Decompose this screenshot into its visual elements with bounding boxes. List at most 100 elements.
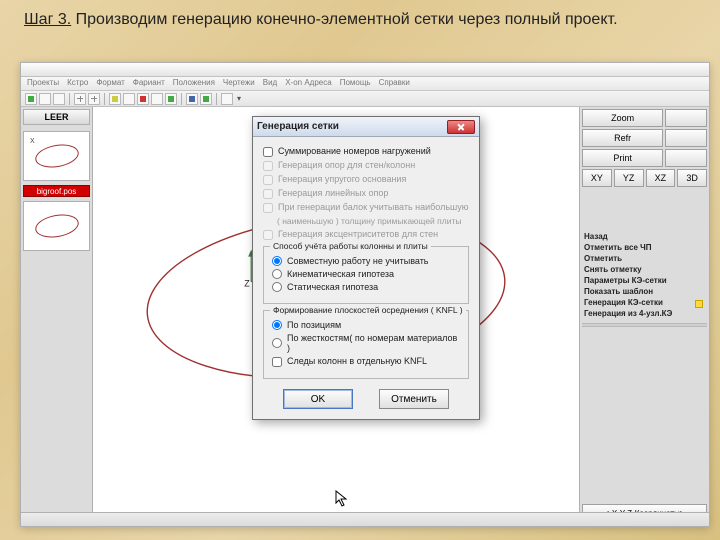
- model-thumbnail[interactable]: X: [23, 131, 90, 181]
- view-3d-button[interactable]: 3D: [677, 169, 707, 187]
- radio-static[interactable]: Статическая гипотеза: [272, 282, 460, 292]
- cmd-generate-mesh[interactable]: Генерация КЭ-сетки: [582, 297, 707, 308]
- radio[interactable]: [272, 282, 282, 292]
- chk-elastic-base: Генерация упругого основания: [263, 174, 469, 185]
- chk-column-traces[interactable]: Следы колонн в отдельную KNFL: [272, 356, 460, 367]
- cmd-unmark[interactable]: Снять отметку: [582, 264, 707, 275]
- menu-item[interactable]: Фариант: [133, 78, 165, 90]
- chk-beam-thickness: При генерации балок учитывать наибольшую: [263, 202, 469, 213]
- step-text: Производим генерацию конечно-элементной …: [76, 11, 618, 28]
- view-xy-button[interactable]: XY: [582, 169, 612, 187]
- group-title: Формирование плоскостей осреднения ( KNF…: [270, 305, 466, 315]
- dialog-titlebar[interactable]: Генерация сетки: [253, 117, 479, 137]
- toolbar-icon[interactable]: [221, 93, 233, 105]
- toolbar-icon[interactable]: [165, 93, 177, 105]
- ring-icon: [33, 211, 80, 240]
- menu-item[interactable]: Кстро: [67, 78, 88, 90]
- radio[interactable]: [272, 338, 282, 348]
- dialog-buttons: OK Отменить: [263, 389, 469, 409]
- checkbox: [263, 189, 273, 199]
- toolbar-icon[interactable]: [53, 93, 65, 105]
- dialog-title: Генерация сетки: [257, 121, 339, 132]
- group-title: Способ учёта работы колонны и плиты: [270, 241, 431, 251]
- ring-icon: [33, 141, 80, 170]
- checkbox: [263, 203, 273, 213]
- cmd-back[interactable]: Назад: [582, 231, 707, 242]
- cmd-show-template[interactable]: Показать шаблон: [582, 286, 707, 297]
- chk-beam-thickness-sub: ( наименьшую ) толщину примыкающей плиты: [263, 216, 469, 226]
- right-panel: Zoom Refr Print XY YZ XZ 3D Назад Отмети…: [579, 107, 709, 526]
- chk-line-supports: Генерация линейных опор: [263, 188, 469, 199]
- menubar[interactable]: Проекты Кстро Формат Фариант Положения Ч…: [21, 77, 709, 91]
- left-panel: LEER X bigroof.pos bigroof.pos: [21, 107, 93, 526]
- toolbar: ▾: [21, 91, 709, 107]
- checkbox[interactable]: [272, 357, 282, 367]
- radio[interactable]: [272, 269, 282, 279]
- cmd-mark[interactable]: Отметить: [582, 253, 707, 264]
- dialog-body: Суммирование номеров нагружений Генераци…: [253, 137, 479, 419]
- checkbox: [263, 161, 273, 171]
- cancel-button[interactable]: Отменить: [379, 389, 449, 409]
- mesh-generation-dialog: Генерация сетки Суммирование номеров наг…: [252, 116, 480, 420]
- chk-supports: Генерация опор для стен/колонн: [263, 160, 469, 171]
- ok-button[interactable]: OK: [283, 389, 353, 409]
- menu-item[interactable]: X-on Адреса: [285, 78, 331, 90]
- menu-item[interactable]: Проекты: [27, 78, 59, 90]
- status-bar: [21, 512, 709, 526]
- command-list: Назад Отметить все ЧП Отметить Снять отм…: [582, 229, 707, 321]
- leer-button[interactable]: LEER: [23, 109, 90, 125]
- radio-kinematic[interactable]: Кинематическая гипотеза: [272, 269, 460, 279]
- radio-no-joint[interactable]: Совместную работу не учитывать: [272, 256, 460, 266]
- close-icon[interactable]: [447, 120, 475, 134]
- checkbox: [263, 175, 273, 185]
- window-titlebar[interactable]: [21, 63, 709, 77]
- menu-item[interactable]: Помощь: [340, 78, 371, 90]
- toolbar-separator: [181, 93, 182, 105]
- cmd-mark-all[interactable]: Отметить все ЧП: [582, 242, 707, 253]
- radio[interactable]: [272, 256, 282, 266]
- refresh-button[interactable]: Refr: [582, 129, 663, 147]
- checkbox[interactable]: [263, 147, 273, 157]
- group-column-slab: Способ учёта работы колонны и плиты Совм…: [263, 246, 469, 304]
- radio-by-stiffness[interactable]: По жесткостям( по номерам материалов ): [272, 333, 460, 353]
- toolbar-icon[interactable]: [151, 93, 163, 105]
- grid-icon[interactable]: [74, 93, 86, 105]
- toolbar-icon[interactable]: [39, 93, 51, 105]
- model-thumbnail[interactable]: [23, 201, 90, 251]
- menu-item[interactable]: Чертежи: [223, 78, 255, 90]
- menu-item[interactable]: Справки: [379, 78, 410, 90]
- cmd-generate-4node[interactable]: Генерация из 4-узл.КЭ: [582, 308, 707, 319]
- instruction-heading: Шаг 3. Производим генерацию конечно-элем…: [0, 0, 720, 35]
- refresh-aux-button[interactable]: [665, 129, 707, 147]
- view-yz-button[interactable]: YZ: [614, 169, 644, 187]
- toolbar-icon[interactable]: [137, 93, 149, 105]
- svg-text:Z: Z: [244, 279, 250, 289]
- toolbar-icon[interactable]: [200, 93, 212, 105]
- file-label[interactable]: bigroof.pos: [23, 185, 90, 197]
- toolbar-icon[interactable]: [109, 93, 121, 105]
- panel-separator: [582, 323, 707, 327]
- toolbar-separator: [69, 93, 70, 105]
- toolbar-separator: [104, 93, 105, 105]
- zoom-aux-button[interactable]: [665, 109, 707, 127]
- menu-item[interactable]: Формат: [96, 78, 124, 90]
- print-button[interactable]: Print: [582, 149, 663, 167]
- dropdown-icon[interactable]: ▾: [235, 94, 243, 103]
- print-aux-button[interactable]: [665, 149, 707, 167]
- chk-sum-loads[interactable]: Суммирование номеров нагружений: [263, 146, 469, 157]
- mouse-cursor-icon: [335, 490, 349, 508]
- zoom-button[interactable]: Zoom: [582, 109, 663, 127]
- radio[interactable]: [272, 320, 282, 330]
- menu-item[interactable]: Вид: [263, 78, 277, 90]
- group-knfl: Формирование плоскостей осреднения ( KNF…: [263, 310, 469, 379]
- checkbox: [263, 230, 273, 240]
- toolbar-icon[interactable]: [25, 93, 37, 105]
- grid-icon[interactable]: [88, 93, 100, 105]
- menu-item[interactable]: Положения: [173, 78, 215, 90]
- view-xz-button[interactable]: XZ: [646, 169, 676, 187]
- toolbar-icon[interactable]: [186, 93, 198, 105]
- cmd-mesh-params[interactable]: Параметры КЭ-сетки: [582, 275, 707, 286]
- chk-eccentricity: Генерация эксцентриситетов для стен: [263, 229, 469, 240]
- toolbar-icon[interactable]: [123, 93, 135, 105]
- radio-by-position[interactable]: По позициям: [272, 320, 460, 330]
